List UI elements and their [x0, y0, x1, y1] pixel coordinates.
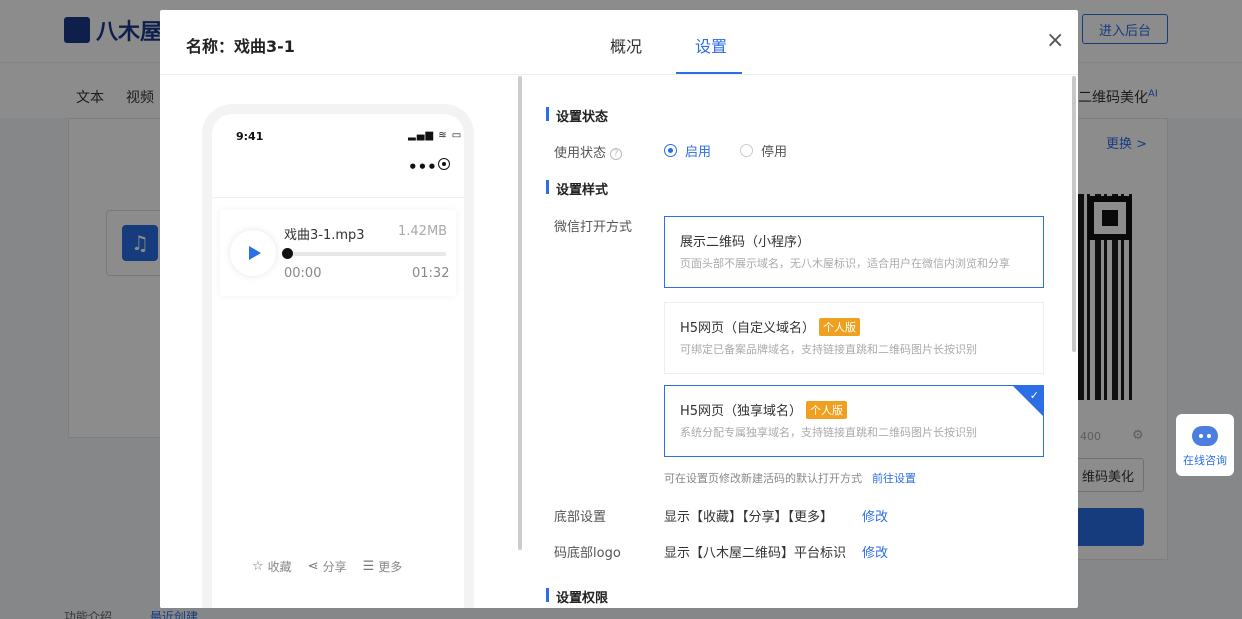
- tab-overview[interactable]: 概况: [610, 33, 642, 57]
- status-radio-enabled[interactable]: 启用: [664, 141, 711, 160]
- favorite-label: 收藏: [267, 560, 292, 574]
- audio-progress-track[interactable]: [286, 252, 446, 256]
- more-label: 更多: [378, 560, 403, 574]
- section-style-title: 设置样式: [546, 179, 608, 198]
- share-label: 分享: [322, 560, 347, 574]
- star-icon: ☆: [252, 559, 264, 574]
- go-settings-link[interactable]: 前往设置: [872, 470, 916, 486]
- open-option-custom-domain[interactable]: H5网页（自定义域名） 个人版 可绑定已备案品牌域名，支持链接直跳和二维码图片长按…: [664, 302, 1044, 374]
- modal-header: 名称：戏曲3-1 概况 设置 ×: [160, 10, 1078, 75]
- favorite-action: ☆ 收藏: [252, 558, 292, 575]
- wechat-open-label: 微信打开方式: [554, 220, 633, 235]
- online-consult-widget[interactable]: 在线咨询: [1176, 414, 1234, 476]
- audio-current-time: 00:00: [284, 266, 322, 281]
- audio-file-size: 1.42MB: [398, 224, 448, 239]
- tab-settings[interactable]: 设置: [695, 33, 727, 57]
- share-action: ⋖ 分享: [308, 558, 347, 575]
- open-option-exclusive-domain[interactable]: H5网页（独享域名） 个人版 系统分配专属独享域名，支持链接直跳和二维码图片长按识…: [664, 385, 1044, 457]
- more-action: ☰ 更多: [363, 558, 403, 575]
- plan-badge: 个人版: [806, 400, 848, 419]
- phone-nav-bar: •••: [212, 144, 464, 198]
- section-permission-title: 设置权限: [546, 587, 608, 606]
- play-icon[interactable]: [230, 230, 276, 276]
- settings-scrollbar[interactable]: [1072, 76, 1076, 352]
- phone-preview: 9:41 ▂▄▆ ≋ ▭ ••• 戏曲3-1.mp3 1.42MB 00:00 …: [202, 104, 474, 608]
- online-consult-label: 在线咨询: [1183, 454, 1227, 467]
- radio-unchecked-icon: [740, 144, 753, 157]
- bottom-settings-edit-link[interactable]: 修改: [862, 506, 888, 525]
- modal-title: 名称：戏曲3-1: [186, 37, 295, 56]
- chat-bubble-icon: [1192, 426, 1218, 446]
- audio-file-name: 戏曲3-1.mp3: [284, 228, 365, 243]
- option-desc: 可绑定已备案品牌域名，支持链接直跳和二维码图片长按识别: [680, 343, 977, 356]
- option-title: H5网页（独享域名） 个人版: [680, 400, 848, 419]
- bottom-settings-value: 显示【收藏】【分享】【更多】: [664, 510, 834, 525]
- status-time: 9:41: [236, 130, 264, 143]
- status-icons: ▂▄▆ ≋ ▭: [408, 130, 463, 141]
- open-option-mini-program[interactable]: 展示二维码（小程序） 页面头部不展示域名，无八木屋标识，适合用户在微信内浏览和分…: [664, 216, 1044, 288]
- option-title: 展示二维码（小程序）: [680, 235, 811, 250]
- bottom-logo-edit-link[interactable]: 修改: [862, 542, 888, 561]
- option-desc: 系统分配专属独享域名，支持链接直跳和二维码图片长按识别: [680, 426, 977, 439]
- section-status-title: 设置状态: [546, 106, 608, 125]
- bottom-settings-label: 底部设置: [554, 510, 607, 525]
- audio-player-card: 戏曲3-1.mp3 1.42MB 00:00 01:32: [220, 210, 456, 296]
- plan-badge: 个人版: [819, 317, 861, 336]
- audio-progress-knob[interactable]: [282, 248, 293, 259]
- option-desc: 页面头部不展示域名，无八木屋标识，适合用户在微信内浏览和分享: [680, 257, 1010, 270]
- option-title: H5网页（自定义域名） 个人版: [680, 317, 861, 336]
- usage-status-label: 使用状态?: [554, 142, 623, 161]
- close-icon[interactable]: ×: [1046, 30, 1064, 52]
- settings-modal: 名称：戏曲3-1 概况 设置 × 9:41 ▂▄▆ ≋ ▭ ••• 戏曲3-1.…: [160, 10, 1078, 608]
- radio-checked-icon: [664, 144, 677, 157]
- default-open-hint: 可在设置页修改新建活码的默认打开方式: [664, 472, 862, 485]
- phone-bottom-actions: ☆ 收藏 ⋖ 分享 ☰ 更多: [252, 558, 402, 575]
- status-radio-disabled[interactable]: 停用: [740, 141, 787, 160]
- bottom-logo-value: 显示【八木屋二维码】平台标识: [664, 546, 847, 561]
- share-icon: ⋖: [307, 559, 319, 574]
- check-icon: ✓: [1029, 389, 1039, 402]
- more-dots-icon: •••: [408, 158, 437, 176]
- menu-icon: ☰: [362, 559, 375, 574]
- bottom-logo-label: 码底部logo: [554, 546, 621, 561]
- active-tab-indicator: [676, 72, 742, 74]
- target-icon: [438, 158, 450, 170]
- audio-duration: 01:32: [412, 266, 450, 281]
- help-icon[interactable]: ?: [610, 148, 623, 160]
